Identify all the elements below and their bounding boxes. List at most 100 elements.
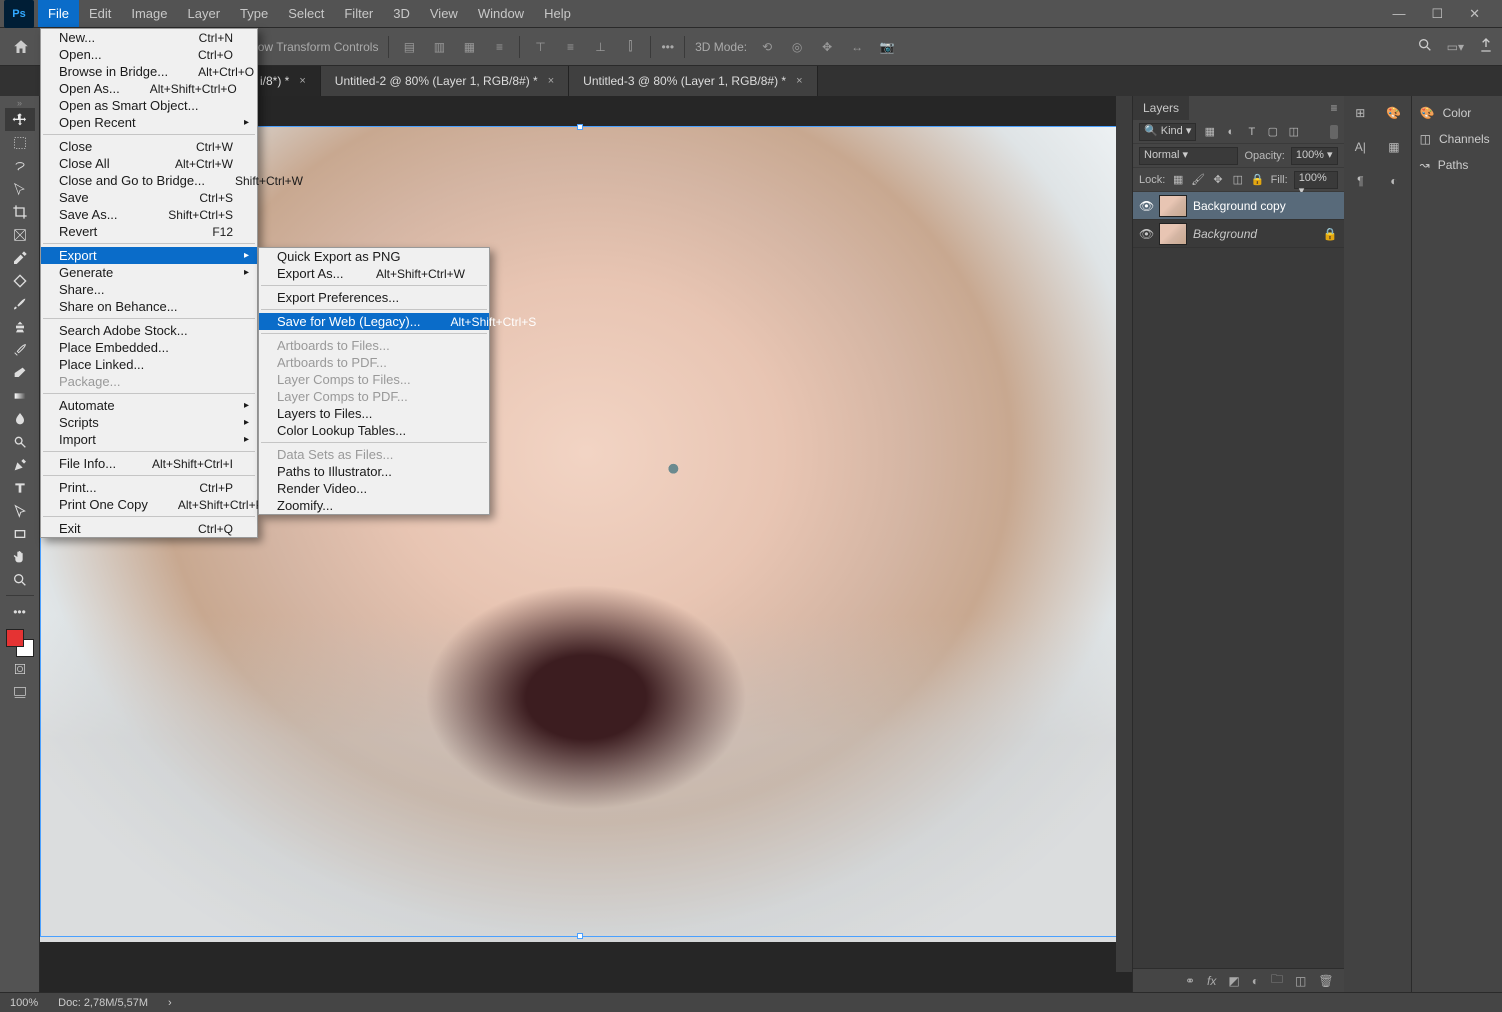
menu-item[interactable]: Place Embedded... bbox=[41, 339, 257, 356]
menu-edit[interactable]: Edit bbox=[79, 0, 121, 27]
menu-item[interactable]: Import▸ bbox=[41, 431, 257, 448]
healingbrush-tool[interactable] bbox=[5, 269, 35, 292]
document-tab[interactable]: Untitled-3 @ 80% (Layer 1, RGB/8#) *× bbox=[569, 66, 817, 96]
edit-toolbar[interactable]: ••• bbox=[5, 600, 35, 623]
close-tab-icon[interactable]: × bbox=[299, 75, 305, 87]
menu-filter[interactable]: Filter bbox=[334, 0, 383, 27]
workspace-icon[interactable]: ▭▾ bbox=[1447, 40, 1464, 54]
home-icon[interactable] bbox=[8, 34, 34, 60]
lock-transparent-icon[interactable]: ▦ bbox=[1171, 172, 1185, 187]
adjustments-icon[interactable]: ◐ bbox=[1383, 170, 1405, 192]
mode-zoom-icon[interactable]: 📷 bbox=[877, 37, 897, 57]
menu-item[interactable]: Quick Export as PNG bbox=[259, 248, 489, 265]
mode-pan-icon[interactable]: ✥ bbox=[817, 37, 837, 57]
close-tab-icon[interactable]: × bbox=[548, 75, 554, 87]
lock-position-icon[interactable]: ✥ bbox=[1211, 172, 1225, 187]
adjustment-layer-icon[interactable]: ◐ bbox=[1252, 974, 1259, 988]
dodge-tool[interactable] bbox=[5, 430, 35, 453]
distribute-icon[interactable]: ⫿ bbox=[620, 37, 640, 57]
menu-type[interactable]: Type bbox=[230, 0, 278, 27]
collapsed-panel-paths[interactable]: ↝Paths bbox=[1412, 152, 1502, 178]
paragraph-icon[interactable]: ¶ bbox=[1349, 170, 1371, 192]
share-icon[interactable] bbox=[1478, 37, 1494, 56]
align-left-icon[interactable]: ▤ bbox=[399, 37, 419, 57]
mode-orbit-icon[interactable]: ⟲ bbox=[757, 37, 777, 57]
lock-artboard-icon[interactable]: ◫ bbox=[1231, 172, 1245, 187]
brush-tool[interactable] bbox=[5, 292, 35, 315]
foreground-color[interactable] bbox=[6, 629, 24, 647]
layer-row[interactable]: 👁 Background 🔒 bbox=[1133, 220, 1344, 248]
align-top-icon[interactable]: ⊤ bbox=[530, 37, 550, 57]
menu-item[interactable]: File Info...Alt+Shift+Ctrl+I bbox=[41, 455, 257, 472]
lock-image-icon[interactable]: 🖌 bbox=[1191, 172, 1205, 187]
menu-item[interactable]: Open as Smart Object... bbox=[41, 97, 257, 114]
type-tool[interactable] bbox=[5, 476, 35, 499]
menu-item[interactable]: Zoomify... bbox=[259, 497, 489, 514]
screenmode-tool[interactable] bbox=[5, 680, 35, 703]
menu-window[interactable]: Window bbox=[468, 0, 534, 27]
align-right-icon[interactable]: ▦ bbox=[459, 37, 479, 57]
panel-menu-icon[interactable]: ≡ bbox=[1325, 101, 1344, 115]
close-tab-icon[interactable]: × bbox=[796, 75, 802, 87]
marquee-tool[interactable] bbox=[5, 131, 35, 154]
layer-thumbnail[interactable] bbox=[1159, 195, 1187, 217]
menu-item[interactable]: Open...Ctrl+O bbox=[41, 46, 257, 63]
quickmask-tool[interactable] bbox=[5, 657, 35, 680]
menu-item[interactable]: Layers to Files... bbox=[259, 405, 489, 422]
menu-item[interactable]: RevertF12 bbox=[41, 223, 257, 240]
doc-size[interactable]: Doc: 2,78M/5,57M bbox=[58, 997, 148, 1009]
clonestamp-tool[interactable] bbox=[5, 315, 35, 338]
opacity-field[interactable]: 100% ▾ bbox=[1291, 147, 1338, 165]
crop-tool[interactable] bbox=[5, 200, 35, 223]
menu-item[interactable]: Color Lookup Tables... bbox=[259, 422, 489, 439]
historybrush-tool[interactable] bbox=[5, 338, 35, 361]
filter-adjust-icon[interactable]: ◐ bbox=[1223, 124, 1238, 139]
gradient-tool[interactable] bbox=[5, 384, 35, 407]
menu-item[interactable]: Paths to Illustrator... bbox=[259, 463, 489, 480]
menu-item[interactable]: New...Ctrl+N bbox=[41, 29, 257, 46]
menu-item[interactable]: Render Video... bbox=[259, 480, 489, 497]
filter-kind[interactable]: 🔍 Kind ▾ bbox=[1139, 123, 1196, 141]
menu-item[interactable]: Search Adobe Stock... bbox=[41, 322, 257, 339]
menu-item[interactable]: Export▸ bbox=[41, 247, 257, 264]
layer-fx-icon[interactable]: fx bbox=[1207, 974, 1216, 988]
menu-view[interactable]: View bbox=[420, 0, 468, 27]
menu-item[interactable]: Export As...Alt+Shift+Ctrl+W bbox=[259, 265, 489, 282]
menu-select[interactable]: Select bbox=[278, 0, 334, 27]
group-icon[interactable]: 🗀 bbox=[1271, 970, 1283, 991]
mode-roll-icon[interactable]: ◎ bbox=[787, 37, 807, 57]
menu-help[interactable]: Help bbox=[534, 0, 581, 27]
menu-item[interactable]: Print...Ctrl+P bbox=[41, 479, 257, 496]
menu-item[interactable]: SaveCtrl+S bbox=[41, 189, 257, 206]
menu-layer[interactable]: Layer bbox=[178, 0, 231, 27]
menu-item[interactable]: ExitCtrl+Q bbox=[41, 520, 257, 537]
lock-all-icon[interactable]: 🔒 bbox=[1251, 172, 1265, 187]
zoom-tool[interactable] bbox=[5, 568, 35, 591]
mode-slide-icon[interactable]: ↔ bbox=[847, 37, 867, 57]
menu-image[interactable]: Image bbox=[121, 0, 177, 27]
more-icon[interactable]: ••• bbox=[661, 40, 674, 54]
frame-tool[interactable] bbox=[5, 223, 35, 246]
align-hcenter-icon[interactable]: ▥ bbox=[429, 37, 449, 57]
eyedropper-tool[interactable] bbox=[5, 246, 35, 269]
visibility-icon[interactable]: 👁 bbox=[1139, 199, 1153, 213]
menu-item[interactable]: Print One CopyAlt+Shift+Ctrl+P bbox=[41, 496, 257, 513]
rectangle-tool[interactable] bbox=[5, 522, 35, 545]
color-swatches[interactable] bbox=[6, 629, 34, 657]
delete-layer-icon[interactable]: 🗑 bbox=[1318, 974, 1333, 988]
menu-item[interactable]: Open Recent▸ bbox=[41, 114, 257, 131]
align-vcenter-icon[interactable]: ≡ bbox=[560, 37, 580, 57]
menu-item[interactable]: Export Preferences... bbox=[259, 289, 489, 306]
collapsed-panel-channels[interactable]: ◫Channels bbox=[1412, 126, 1502, 152]
lasso-tool[interactable] bbox=[5, 154, 35, 177]
status-arrow-icon[interactable]: › bbox=[168, 997, 172, 1009]
blend-mode[interactable]: Normal ▾ bbox=[1139, 147, 1238, 165]
menu-item[interactable]: Close and Go to Bridge...Shift+Ctrl+W bbox=[41, 172, 257, 189]
quickselect-tool[interactable] bbox=[5, 177, 35, 200]
menu-item[interactable]: CloseCtrl+W bbox=[41, 138, 257, 155]
layer-thumbnail[interactable] bbox=[1159, 223, 1187, 245]
pathselect-tool[interactable] bbox=[5, 499, 35, 522]
move-tool[interactable] bbox=[5, 108, 35, 131]
menu-item[interactable]: Browse in Bridge...Alt+Ctrl+O bbox=[41, 63, 257, 80]
eraser-tool[interactable] bbox=[5, 361, 35, 384]
